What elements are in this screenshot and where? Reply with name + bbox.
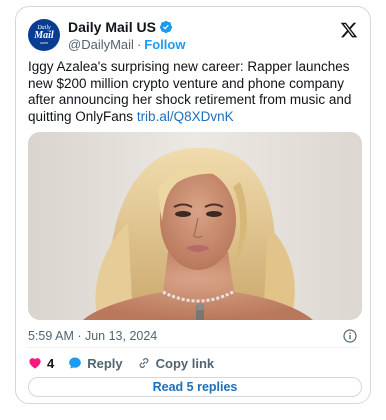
author-name-row: Daily Mail US [68, 19, 173, 35]
heart-icon [29, 358, 41, 369]
separator-dot: · [136, 37, 142, 52]
read-replies-button[interactable]: Read 5 replies [28, 377, 362, 397]
portrait-photo [28, 132, 362, 320]
info-icon[interactable] [342, 328, 358, 344]
reply-bubble-icon [69, 357, 82, 369]
tweet-card[interactable]: Daily Mail com Daily Mail US @DailyMail ·… [15, 6, 371, 404]
avatar[interactable]: Daily Mail com [28, 19, 60, 51]
verified-badge-icon [159, 20, 173, 34]
like-count: 4 [47, 355, 55, 371]
tweet-media-photo[interactable] [28, 132, 362, 320]
timestamp-row: 5:59 AM · Jun 13, 2024 [28, 327, 358, 345]
author-name[interactable]: Daily Mail US [68, 19, 156, 35]
author-handle[interactable]: @DailyMail [68, 37, 134, 52]
x-logo-icon[interactable] [340, 21, 358, 39]
follow-button[interactable]: Follow [144, 37, 185, 52]
reply-button[interactable]: Reply [68, 355, 123, 371]
tweet-text: Iggy Azalea's surprising new career: Rap… [28, 59, 366, 125]
reply-label: Reply [87, 355, 123, 371]
copy-link-button[interactable]: Copy link [137, 355, 215, 371]
avatar-text-3: com [40, 40, 48, 45]
divider [28, 347, 358, 348]
author-handle-row: @DailyMail · Follow [68, 37, 185, 52]
tweet-timestamp[interactable]: 5:59 AM · Jun 13, 2024 [28, 329, 157, 343]
tweet-link[interactable]: trib.al/Q8XDvnK [137, 109, 234, 124]
like-button[interactable]: 4 [28, 356, 54, 371]
action-bar: 4 Reply Copy link [28, 353, 228, 373]
tweet-header: Daily Mail com Daily Mail US @DailyMail ·… [28, 17, 358, 57]
link-icon [139, 358, 148, 368]
copy-link-label: Copy link [155, 355, 215, 371]
